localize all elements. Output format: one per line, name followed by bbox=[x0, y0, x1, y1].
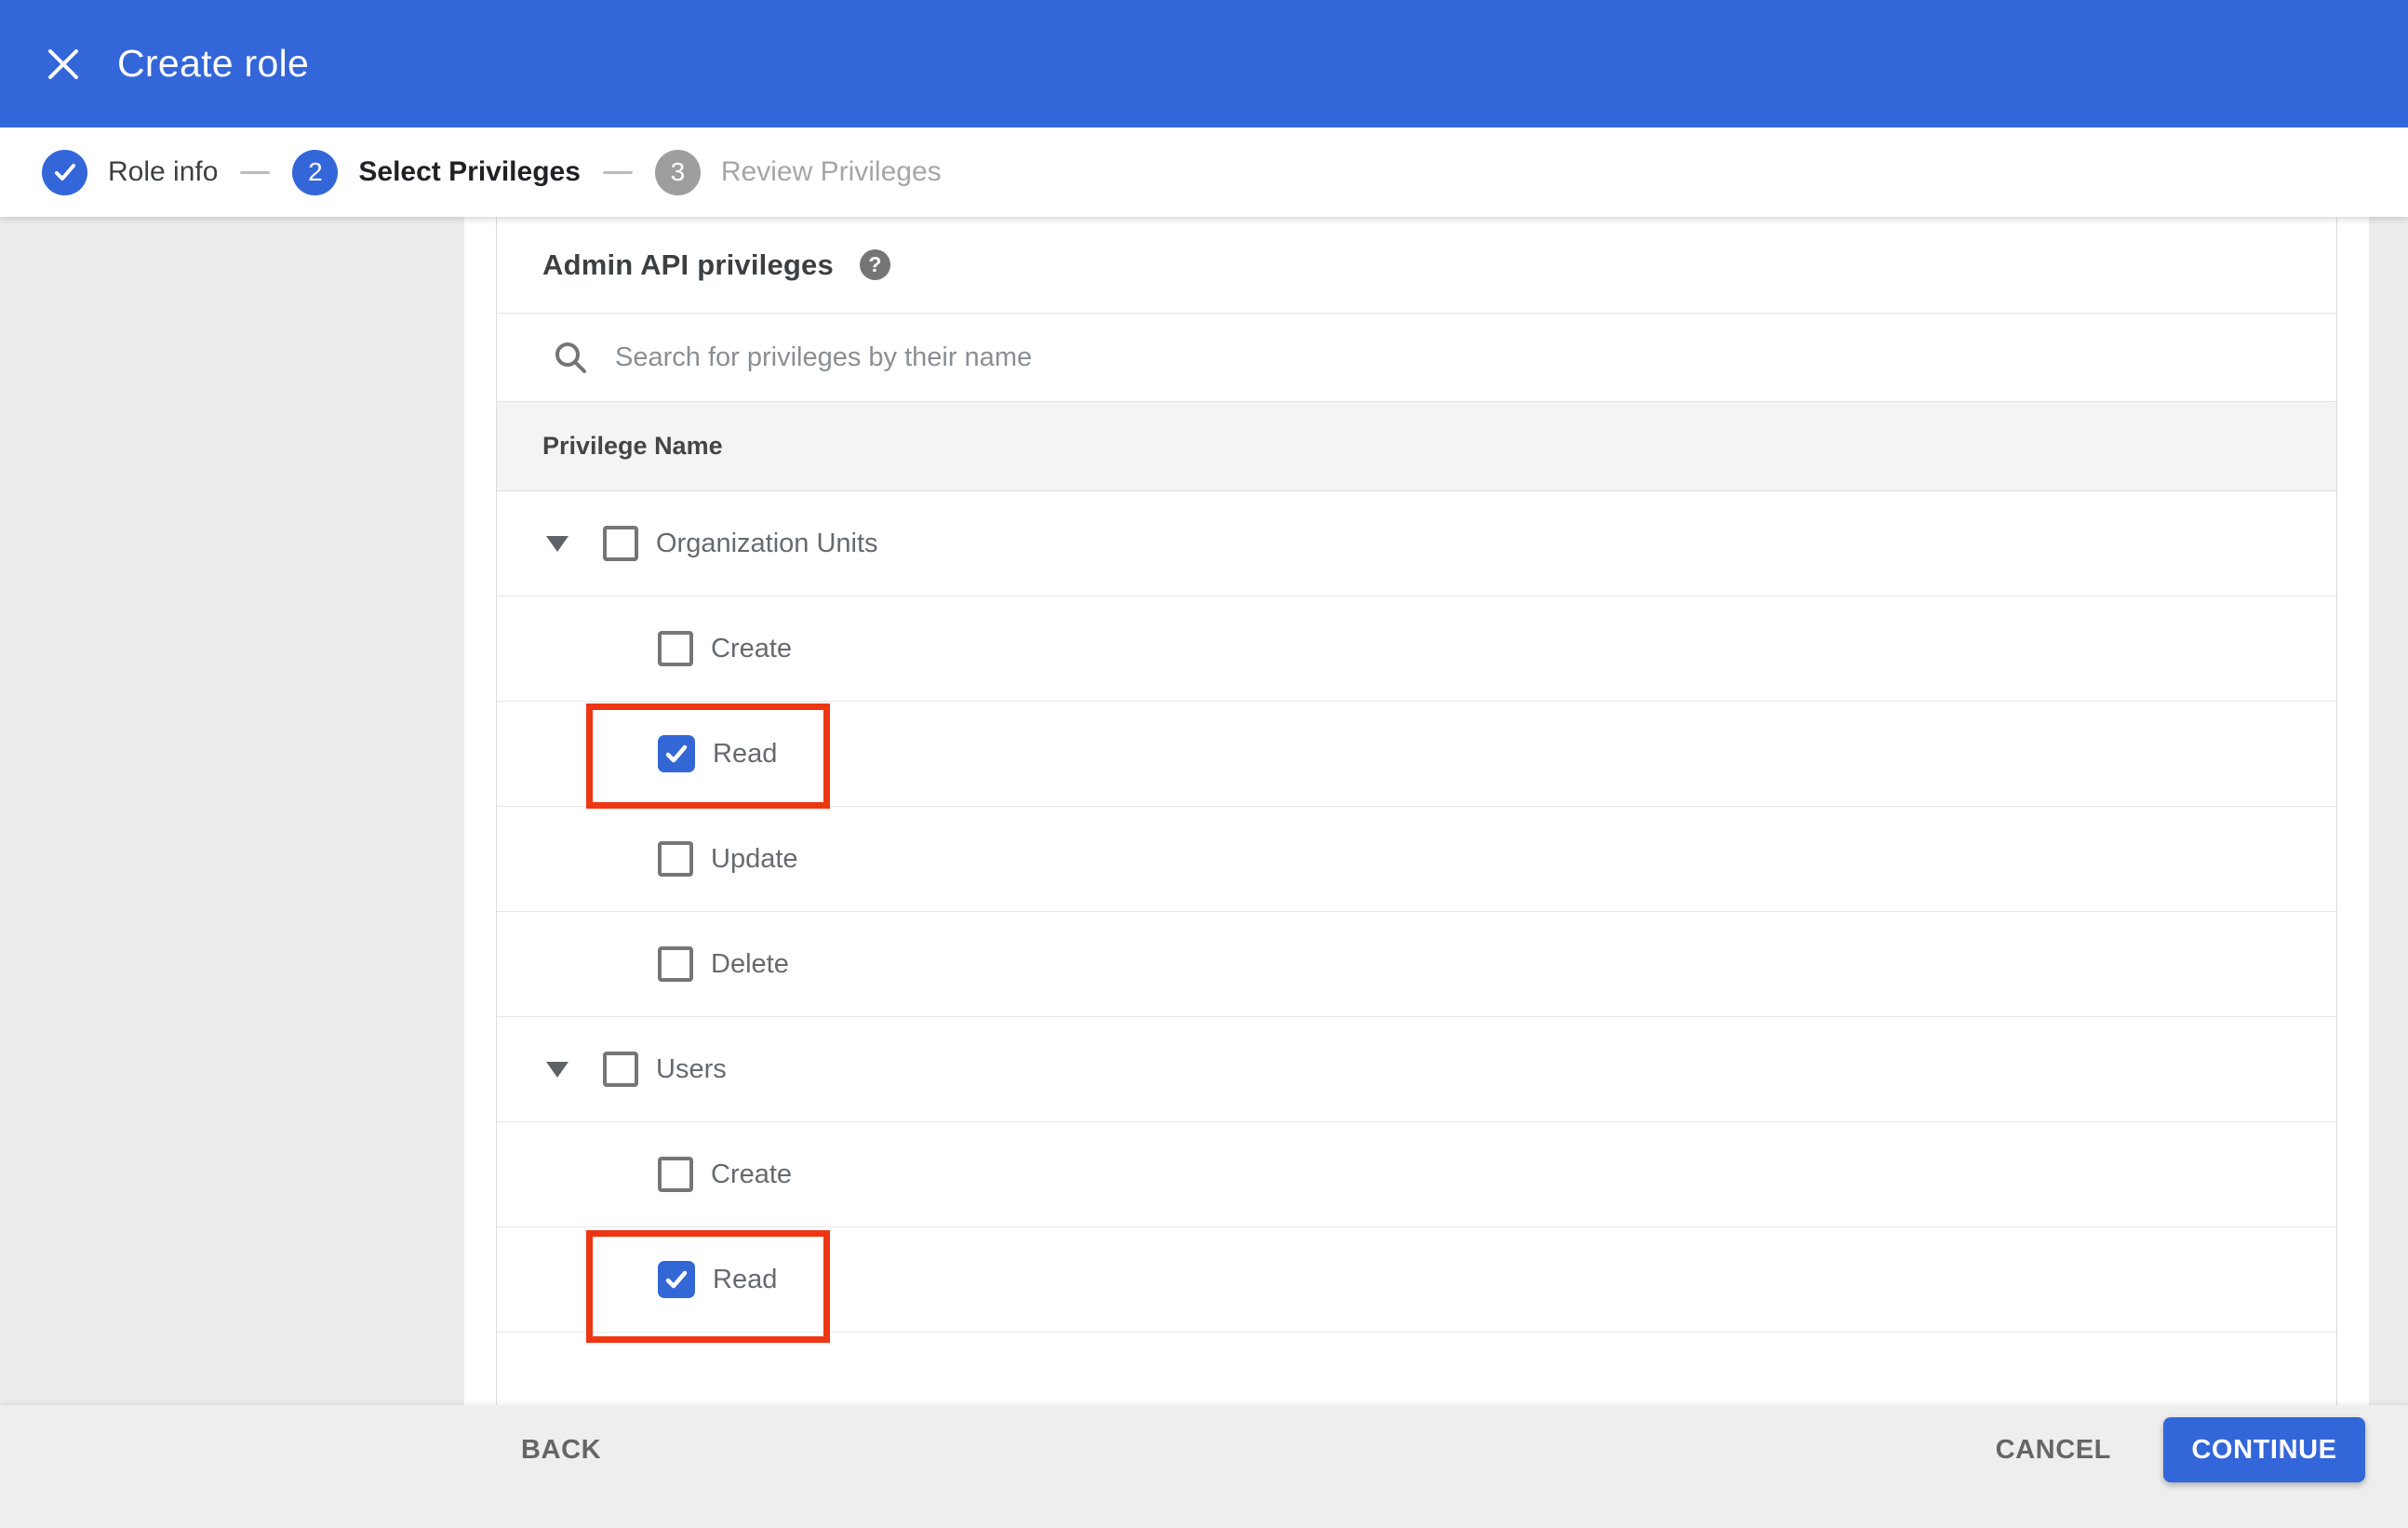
step-divider bbox=[240, 170, 271, 174]
search-input[interactable] bbox=[613, 341, 2013, 374]
step-review-privileges: 3 Review Privileges bbox=[654, 149, 942, 195]
privilege-label: Organization Units bbox=[656, 528, 878, 558]
table-row-update: Update bbox=[497, 807, 2336, 912]
panel-heading-row: Admin API privileges ? bbox=[497, 217, 2336, 314]
privilege-label: Update bbox=[711, 843, 798, 874]
table-row-organization-units: Organization Units bbox=[497, 491, 2336, 596]
step-number: 2 bbox=[292, 149, 339, 195]
checkmark-icon bbox=[665, 1270, 688, 1289]
dialog-title: Create role bbox=[117, 42, 310, 85]
cancel-button[interactable]: CANCEL bbox=[1996, 1417, 2111, 1482]
partial-row bbox=[497, 1333, 2336, 1405]
checkbox-users[interactable] bbox=[603, 1052, 638, 1087]
step-label: Select Privileges bbox=[358, 156, 581, 187]
table-row-users-read: Read bbox=[497, 1227, 2336, 1333]
search-icon bbox=[555, 342, 586, 373]
privilege-label: Read bbox=[713, 1264, 778, 1294]
search-row bbox=[497, 314, 2336, 402]
close-icon[interactable] bbox=[41, 42, 86, 87]
checkbox-users-create[interactable] bbox=[658, 1157, 693, 1192]
collapse-triangle-icon[interactable] bbox=[546, 535, 569, 552]
continue-button[interactable]: CONTINUE bbox=[2163, 1417, 2365, 1482]
panel-heading: Admin API privileges bbox=[542, 248, 834, 281]
step-label: Review Privileges bbox=[720, 156, 942, 187]
privilege-label: Read bbox=[713, 738, 778, 769]
table-row-delete: Delete bbox=[497, 912, 2336, 1017]
step-select-privileges[interactable]: 2 Select Privileges bbox=[292, 149, 581, 195]
privilege-label: Create bbox=[711, 633, 793, 663]
step-number: 3 bbox=[654, 149, 701, 195]
collapse-triangle-icon[interactable] bbox=[546, 1061, 569, 1078]
checkbox-delete[interactable] bbox=[658, 946, 693, 982]
table-row-read: Read bbox=[497, 702, 2336, 807]
checkbox-read-checked[interactable] bbox=[658, 735, 695, 772]
footer-bar: BACK CANCEL CONTINUE bbox=[0, 1405, 2408, 1528]
create-role-dialog: Create role Role info 2 Select Privilege… bbox=[0, 0, 2408, 1528]
checkbox-update[interactable] bbox=[658, 841, 693, 877]
step-divider bbox=[602, 170, 633, 174]
checkbox-users-read-checked[interactable] bbox=[658, 1261, 695, 1298]
appbar: Create role bbox=[0, 0, 2408, 127]
step-label: Role info bbox=[108, 156, 219, 187]
checkbox-create[interactable] bbox=[658, 631, 693, 666]
table-row-users-create: Create bbox=[497, 1122, 2336, 1227]
table-column-header: Privilege Name bbox=[497, 402, 2336, 491]
table-row-users: Users bbox=[497, 1017, 2336, 1122]
stepper: Role info 2 Select Privileges 3 Review P… bbox=[0, 127, 2408, 217]
back-button[interactable]: BACK bbox=[521, 1417, 601, 1482]
checkbox-organization-units[interactable] bbox=[603, 526, 638, 561]
table-row-create: Create bbox=[497, 596, 2336, 702]
privilege-label: Delete bbox=[711, 948, 789, 979]
privileges-panel: Admin API privileges ? Privilege Name Or… bbox=[496, 217, 2337, 1405]
privilege-label: Create bbox=[711, 1159, 793, 1189]
privilege-label: Users bbox=[656, 1053, 727, 1084]
step-complete-check-icon bbox=[42, 149, 87, 195]
checkmark-icon bbox=[665, 744, 688, 763]
help-icon[interactable]: ? bbox=[859, 249, 890, 280]
step-role-info[interactable]: Role info bbox=[42, 149, 219, 195]
